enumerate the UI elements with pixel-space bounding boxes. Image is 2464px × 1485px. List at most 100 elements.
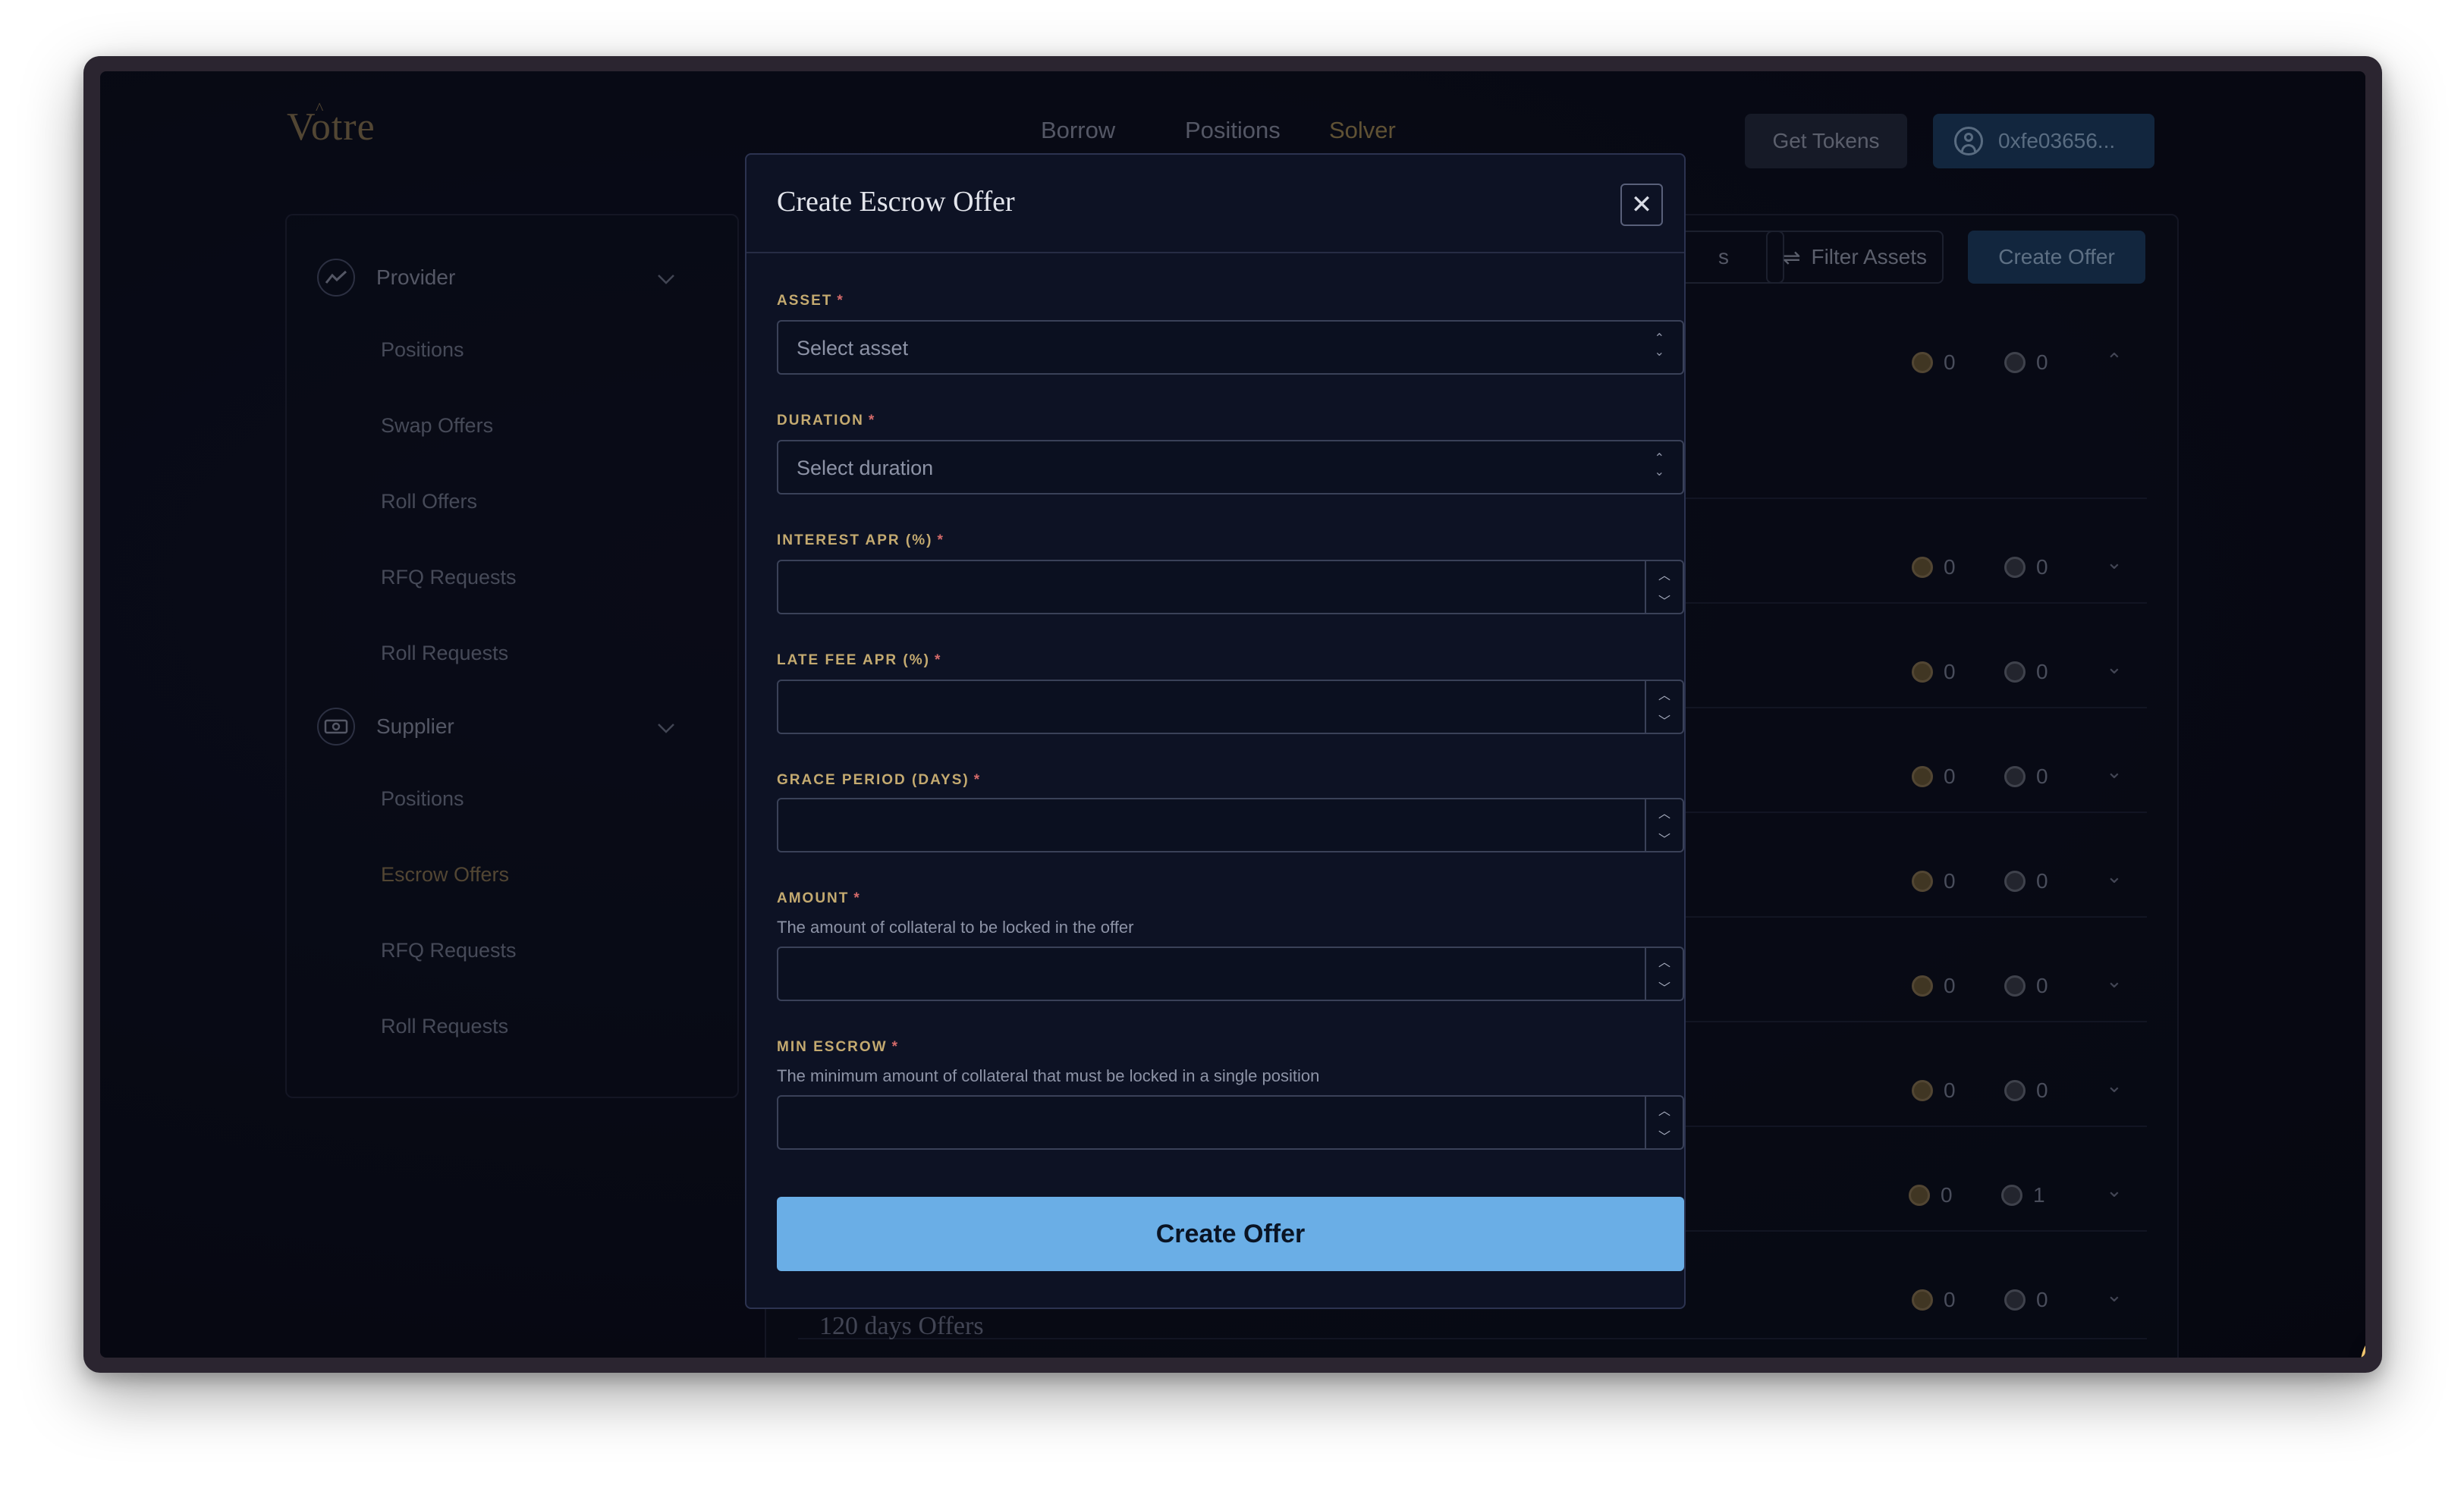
grey-count: 1: [2001, 1183, 2045, 1207]
sort-icon: ⌃ ⌄: [1654, 452, 1664, 479]
chevron-down-icon[interactable]: ⌄: [2106, 551, 2123, 574]
grey-count: 0: [2004, 660, 2048, 684]
gold-count: 0: [1912, 350, 1956, 375]
chevron-up-icon[interactable]: ︿: [1646, 1097, 1683, 1122]
filter-assets-label: Filter Assets: [1811, 245, 1927, 268]
chevron-up-icon[interactable]: ⌃: [2106, 349, 2123, 372]
grace-period-label: GRACE PERIOD (DAYS) *: [777, 772, 982, 788]
device-frame: ^ Votre Borrow Positions Solver Get Token…: [83, 56, 2382, 1373]
chevron-down-icon: [657, 265, 675, 290]
chevron-up-icon[interactable]: ︿: [1646, 948, 1683, 974]
gold-coin-icon: [1912, 975, 1933, 997]
grey-count: 0: [2004, 764, 2048, 789]
app-screen: ^ Votre Borrow Positions Solver Get Token…: [100, 71, 2365, 1358]
chat-support-button[interactable]: [2361, 1327, 2365, 1358]
gold-count: 0: [1912, 660, 1956, 684]
supplier-label: Supplier: [376, 714, 454, 738]
gold-count: 0: [1912, 1288, 1956, 1312]
interest-apr-label: INTEREST APR (%) *: [777, 532, 944, 548]
gold-coin-icon: [1909, 1185, 1930, 1206]
offers-group-title: 120 days Offers: [819, 1312, 984, 1340]
chevron-up-icon[interactable]: ︿: [1646, 681, 1683, 707]
sidebar-item-provider-positions[interactable]: Positions: [381, 338, 464, 362]
gold-coin-icon: [1912, 871, 1933, 892]
amount-help-text: The amount of collateral to be locked in…: [777, 918, 1134, 937]
create-offer-submit-button[interactable]: Create Offer: [777, 1197, 1684, 1271]
grey-count: 0: [2004, 869, 2048, 893]
sidebar-item-supplier-roll-requests[interactable]: Roll Requests: [381, 1015, 508, 1038]
chevron-up-icon[interactable]: ︿: [1646, 799, 1683, 825]
wallet-button[interactable]: 0xfe03656...: [1933, 114, 2154, 168]
nav-borrow[interactable]: Borrow: [1041, 117, 1115, 144]
amount-label: AMOUNT *: [777, 890, 861, 906]
create-offer-button[interactable]: Create Offer: [1968, 231, 2145, 284]
chevron-down-icon[interactable]: ⌄: [2106, 1074, 2123, 1097]
grey-coin-icon: [2004, 352, 2026, 373]
votre-logo[interactable]: ^ Votre: [287, 99, 376, 149]
chevron-down-icon[interactable]: ⌄: [2106, 1283, 2123, 1307]
chevron-down-icon[interactable]: ⌄: [2106, 760, 2123, 783]
sidebar-item-provider-roll-requests[interactable]: Roll Requests: [381, 642, 508, 665]
number-stepper[interactable]: ︿ ﹀: [1645, 561, 1683, 613]
interest-apr-input[interactable]: ︿ ﹀: [777, 560, 1684, 614]
sidebar-item-escrow-offers[interactable]: Escrow Offers: [381, 863, 509, 887]
gold-coin-icon: [1912, 766, 1933, 787]
gold-count: 0: [1912, 555, 1956, 579]
grey-count: 0: [2004, 350, 2048, 375]
late-fee-apr-input[interactable]: ︿ ﹀: [777, 680, 1684, 734]
grey-count: 0: [2004, 1288, 2048, 1312]
gold-count: 0: [1909, 1183, 1953, 1207]
number-stepper[interactable]: ︿ ﹀: [1645, 948, 1683, 1000]
sidebar-item-supplier-rfq-requests[interactable]: RFQ Requests: [381, 939, 517, 962]
nav-solver[interactable]: Solver: [1329, 117, 1396, 144]
sidebar-section-supplier[interactable]: Supplier: [317, 704, 710, 749]
duration-placeholder: Select duration: [797, 457, 934, 479]
sidebar-item-swap-offers[interactable]: Swap Offers: [381, 414, 493, 438]
chevron-down-icon[interactable]: ﹀: [1646, 825, 1683, 851]
chevron-down-icon[interactable]: ﹀: [1646, 587, 1683, 613]
grey-coin-icon: [2004, 1080, 2026, 1101]
min-escrow-label: MIN ESCROW *: [777, 1039, 900, 1055]
asset-placeholder: Select asset: [797, 337, 909, 359]
gold-coin-icon: [1912, 352, 1933, 373]
grey-coin-icon: [2001, 1185, 2022, 1206]
modal-title: Create Escrow Offer: [777, 186, 1015, 218]
filter-assets-button[interactable]: ⇌ Filter Assets: [1766, 231, 1944, 284]
grey-coin-icon: [2004, 975, 2026, 997]
min-escrow-input[interactable]: ︿ ﹀: [777, 1095, 1684, 1150]
amount-input[interactable]: ︿ ﹀: [777, 947, 1684, 1001]
sidebar-item-roll-offers[interactable]: Roll Offers: [381, 490, 477, 513]
close-button[interactable]: ✕: [1620, 184, 1663, 226]
chevron-down-icon: [657, 714, 675, 739]
create-escrow-offer-modal: Create Escrow Offer ✕ ASSET * Select asse…: [745, 153, 1686, 1309]
chevron-down-icon[interactable]: ⌄: [2106, 655, 2123, 679]
duration-select[interactable]: Select duration ⌃ ⌄: [777, 440, 1684, 494]
get-tokens-button[interactable]: Get Tokens: [1745, 114, 1907, 168]
logo-caret-icon: ^: [316, 99, 325, 118]
number-stepper[interactable]: ︿ ﹀: [1645, 1097, 1683, 1148]
late-fee-apr-label: LATE FEE APR (%) *: [777, 652, 942, 668]
grey-count: 0: [2004, 555, 2048, 579]
sidebar-section-provider[interactable]: Provider: [317, 255, 710, 300]
chevron-down-icon[interactable]: ﹀: [1646, 707, 1683, 733]
number-stepper[interactable]: ︿ ﹀: [1645, 681, 1683, 733]
chevron-down-icon[interactable]: ⌄: [2106, 969, 2123, 993]
chevron-down-icon[interactable]: ﹀: [1646, 974, 1683, 1000]
chevron-down-icon[interactable]: ⌄: [2106, 1179, 2123, 1202]
provider-label: Provider: [376, 265, 456, 289]
chevron-up-icon[interactable]: ︿: [1646, 561, 1683, 587]
chevron-down-icon[interactable]: ﹀: [1646, 1122, 1683, 1148]
modal-divider: [746, 252, 1684, 253]
number-stepper[interactable]: ︿ ﹀: [1645, 799, 1683, 851]
grey-coin-icon: [2004, 1289, 2026, 1311]
chevron-down-icon[interactable]: ⌄: [2106, 865, 2123, 888]
nav-positions[interactable]: Positions: [1185, 117, 1281, 144]
gold-count: 0: [1912, 1078, 1956, 1103]
grey-coin-icon: [2004, 661, 2026, 683]
asset-select[interactable]: Select asset ⌃ ⌄: [777, 320, 1684, 375]
row-divider: [798, 1338, 2147, 1339]
close-icon: ✕: [1630, 190, 1653, 219]
sidebar-item-supplier-positions[interactable]: Positions: [381, 787, 464, 811]
grace-period-input[interactable]: ︿ ﹀: [777, 798, 1684, 852]
sidebar-item-provider-rfq-requests[interactable]: RFQ Requests: [381, 566, 517, 589]
